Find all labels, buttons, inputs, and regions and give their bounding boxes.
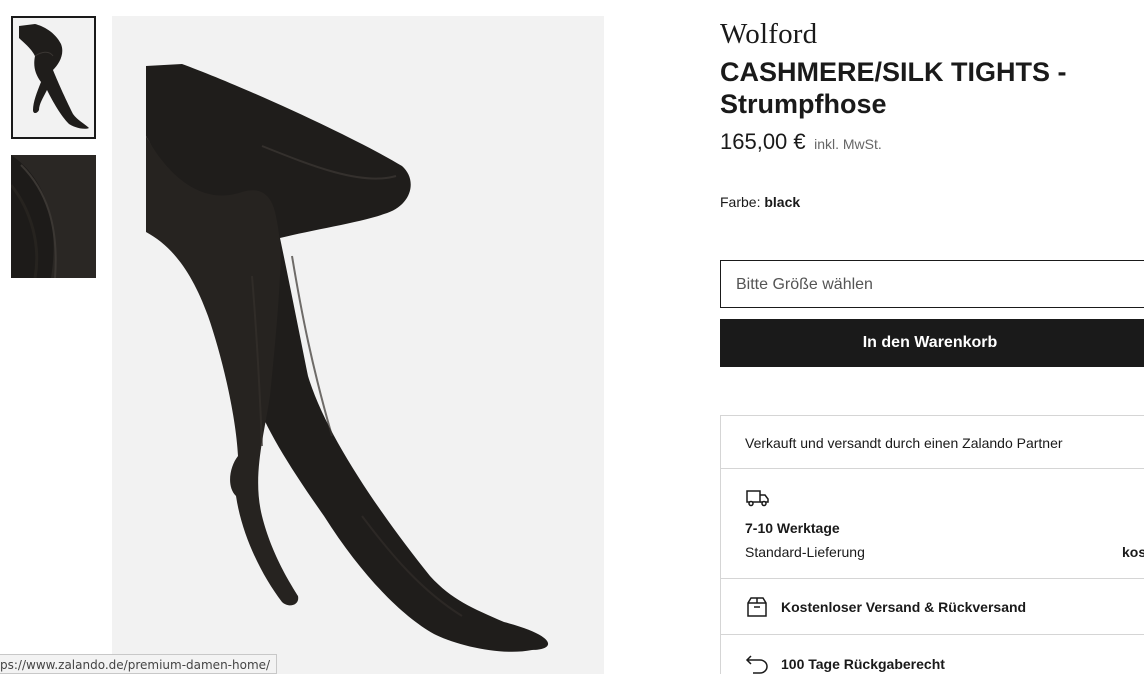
delivery-time: 7-10 Werktage [745,520,840,536]
status-bar-url: ps://www.zalando.de/premium-damen-home/ [0,654,278,674]
color-value: black [764,194,801,210]
product-page: ps://www.zalando.de/premium-damen-home/ … [0,0,1144,674]
return-arrow-icon [745,655,768,674]
brand-name[interactable]: Wolford [720,18,817,51]
return-policy-row[interactable]: 100 Tage Rückgaberecht [721,635,1144,674]
free-shipping-text: Kostenloser Versand & Rückversand [781,599,1027,615]
truck-icon [746,490,769,507]
seller-text: Verkauft und versandt durch einen Zaland… [745,435,1063,451]
thumbnail-detail-image [11,155,96,278]
product-title: CASHMERE/SILK TIGHTS - Strumpfhose [720,57,1067,119]
product-price: 165,00 € [720,129,806,154]
free-shipping-row[interactable]: Kostenloser Versand & Rückversand [721,579,1144,635]
add-to-cart-button[interactable]: In den Warenkorb [720,319,1144,367]
color-label: Farbe: [720,194,761,210]
price-row: 165,00 € inkl. MwSt. [720,129,882,155]
delivery-row: 7-10 Werktage Standard-Lieferung kos [721,469,1144,579]
delivery-info-box: Verkauft und versandt durch einen Zaland… [720,415,1144,674]
size-select[interactable]: Bitte Größe wählen [720,260,1144,308]
package-icon [747,597,767,617]
thumbnail-detail-view[interactable] [11,155,96,278]
thumbnail-tights-image [13,18,94,137]
thumbnail-full-view[interactable] [11,16,96,139]
main-product-image[interactable] [112,16,604,674]
size-select-placeholder: Bitte Größe wählen [736,276,873,293]
delivery-cost: kos [1122,544,1144,560]
delivery-type: Standard-Lieferung [745,544,865,560]
tights-illustration [112,16,604,674]
seller-row: Verkauft und versandt durch einen Zaland… [721,416,1144,469]
vat-note: inkl. MwSt. [814,136,882,152]
return-policy-text: 100 Tage Rückgaberecht [781,656,945,672]
color-row: Farbe: black [720,194,800,210]
